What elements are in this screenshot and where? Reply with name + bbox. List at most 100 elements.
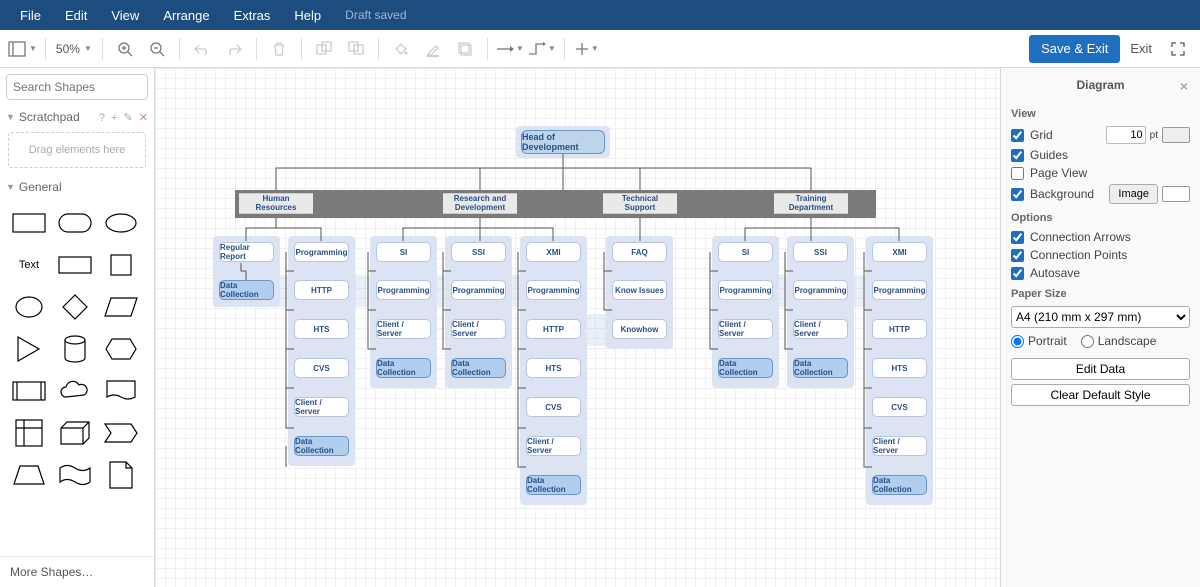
node[interactable]: Programming [294, 242, 349, 262]
connection-button[interactable]: ▼ [496, 35, 524, 63]
node[interactable]: Data Collection [219, 280, 274, 300]
node[interactable]: Programming [376, 280, 431, 300]
menu-arrange[interactable]: Arrange [151, 8, 221, 23]
exit-button[interactable]: Exit [1120, 41, 1162, 56]
shape-table[interactable] [6, 412, 52, 454]
grid-color-swatch[interactable] [1162, 127, 1190, 143]
zoom-in-button[interactable] [111, 35, 139, 63]
pageview-toggle[interactable]: Page View [1011, 166, 1190, 180]
shape-cloud[interactable] [52, 370, 98, 412]
menu-edit[interactable]: Edit [53, 8, 99, 23]
fullscreen-button[interactable] [1164, 35, 1192, 63]
edit-icon[interactable]: ✎ [124, 112, 133, 124]
node[interactable]: Data Collection [793, 358, 848, 378]
to-front-button[interactable] [310, 35, 338, 63]
shape-diamond[interactable] [52, 286, 98, 328]
shape-process[interactable] [6, 370, 52, 412]
node[interactable]: Programming [451, 280, 506, 300]
node[interactable]: Data Collection [718, 358, 773, 378]
redo-button[interactable] [220, 35, 248, 63]
edit-data-button[interactable]: Edit Data [1011, 358, 1190, 380]
grid-toggle[interactable]: Grid pt [1011, 126, 1190, 144]
dept-hr[interactable]: Human Resources [239, 193, 313, 214]
node[interactable]: CVS [294, 358, 349, 378]
node[interactable]: Client / Server [793, 319, 848, 339]
node[interactable]: Knowhow [612, 319, 667, 339]
scratchpad-header[interactable]: ▼ Scratchpad ? + ✎ ✕ [0, 106, 154, 128]
col-prog[interactable] [288, 236, 355, 466]
view-mode-button[interactable]: ▼ [8, 35, 37, 63]
node[interactable]: Client / Server [294, 397, 349, 417]
add-icon[interactable]: + [111, 112, 117, 124]
guides-checkbox[interactable] [1011, 149, 1024, 162]
node[interactable]: Regular Report [219, 242, 274, 262]
node[interactable]: HTS [526, 358, 581, 378]
shape-triangle[interactable] [6, 328, 52, 370]
grid-checkbox[interactable] [1011, 129, 1024, 142]
background-checkbox[interactable] [1011, 188, 1024, 201]
more-shapes-button[interactable]: More Shapes… [0, 556, 154, 587]
shape-note[interactable] [98, 454, 144, 496]
zoom-out-button[interactable] [143, 35, 171, 63]
node[interactable]: Know Issues [612, 280, 667, 300]
node[interactable]: Data Collection [376, 358, 431, 378]
node[interactable]: SI [718, 242, 773, 262]
shape-tape[interactable] [52, 454, 98, 496]
node[interactable]: HTTP [294, 280, 349, 300]
node[interactable]: Client / Server [451, 319, 506, 339]
node[interactable]: Programming [793, 280, 848, 300]
autosave-checkbox[interactable] [1011, 267, 1024, 280]
grid-size-input[interactable] [1106, 126, 1146, 144]
undo-button[interactable] [188, 35, 216, 63]
node[interactable]: HTTP [526, 319, 581, 339]
shape-roundrect[interactable] [52, 202, 98, 244]
conn-points-toggle[interactable]: Connection Points [1011, 248, 1190, 262]
scratchpad-drop[interactable]: Drag elements here [8, 132, 146, 168]
portrait-radio[interactable]: Portrait [1011, 334, 1067, 348]
close-icon[interactable]: ✕ [139, 112, 148, 124]
shape-circle[interactable] [6, 286, 52, 328]
shape-ellipse[interactable] [98, 202, 144, 244]
pageview-checkbox[interactable] [1011, 167, 1024, 180]
node[interactable]: Data Collection [526, 475, 581, 495]
node[interactable]: Client / Server [872, 436, 927, 456]
node[interactable]: CVS [872, 397, 927, 417]
node[interactable]: XMI [872, 242, 927, 262]
zoom-level[interactable]: 50%▼ [52, 42, 96, 56]
close-icon[interactable]: × [1180, 78, 1188, 94]
help-icon[interactable]: ? [99, 112, 105, 124]
node[interactable]: CVS [526, 397, 581, 417]
node[interactable]: Data Collection [451, 358, 506, 378]
conn-points-checkbox[interactable] [1011, 249, 1024, 262]
node[interactable]: Client / Server [526, 436, 581, 456]
autosave-toggle[interactable]: Autosave [1011, 266, 1190, 280]
node[interactable]: Programming [526, 280, 581, 300]
node[interactable]: SSI [451, 242, 506, 262]
node[interactable]: HTTP [872, 319, 927, 339]
node[interactable]: Data Collection [294, 436, 349, 456]
fill-color-button[interactable] [387, 35, 415, 63]
shape-cube[interactable] [52, 412, 98, 454]
node[interactable]: HTS [294, 319, 349, 339]
line-color-button[interactable] [419, 35, 447, 63]
general-header[interactable]: ▼ General [0, 176, 154, 198]
to-back-button[interactable] [342, 35, 370, 63]
node[interactable]: Programming [872, 280, 927, 300]
node[interactable]: XMI [526, 242, 581, 262]
landscape-radio[interactable]: Landscape [1081, 334, 1157, 348]
search-shapes[interactable] [6, 74, 148, 100]
shape-trapezoid[interactable] [6, 454, 52, 496]
node-head-of-development[interactable]: Head of Development [521, 130, 605, 154]
shape-cylinder[interactable] [52, 328, 98, 370]
node[interactable]: Client / Server [376, 319, 431, 339]
node[interactable]: Client / Server [718, 319, 773, 339]
node[interactable]: HTS [872, 358, 927, 378]
clear-style-button[interactable]: Clear Default Style [1011, 384, 1190, 406]
save-exit-button[interactable]: Save & Exit [1029, 35, 1120, 63]
node[interactable]: SSI [793, 242, 848, 262]
image-button[interactable]: Image [1109, 184, 1158, 204]
shape-rect[interactable] [6, 202, 52, 244]
shape-rect-wide[interactable] [52, 244, 98, 286]
menu-view[interactable]: View [99, 8, 151, 23]
menu-file[interactable]: File [8, 8, 53, 23]
